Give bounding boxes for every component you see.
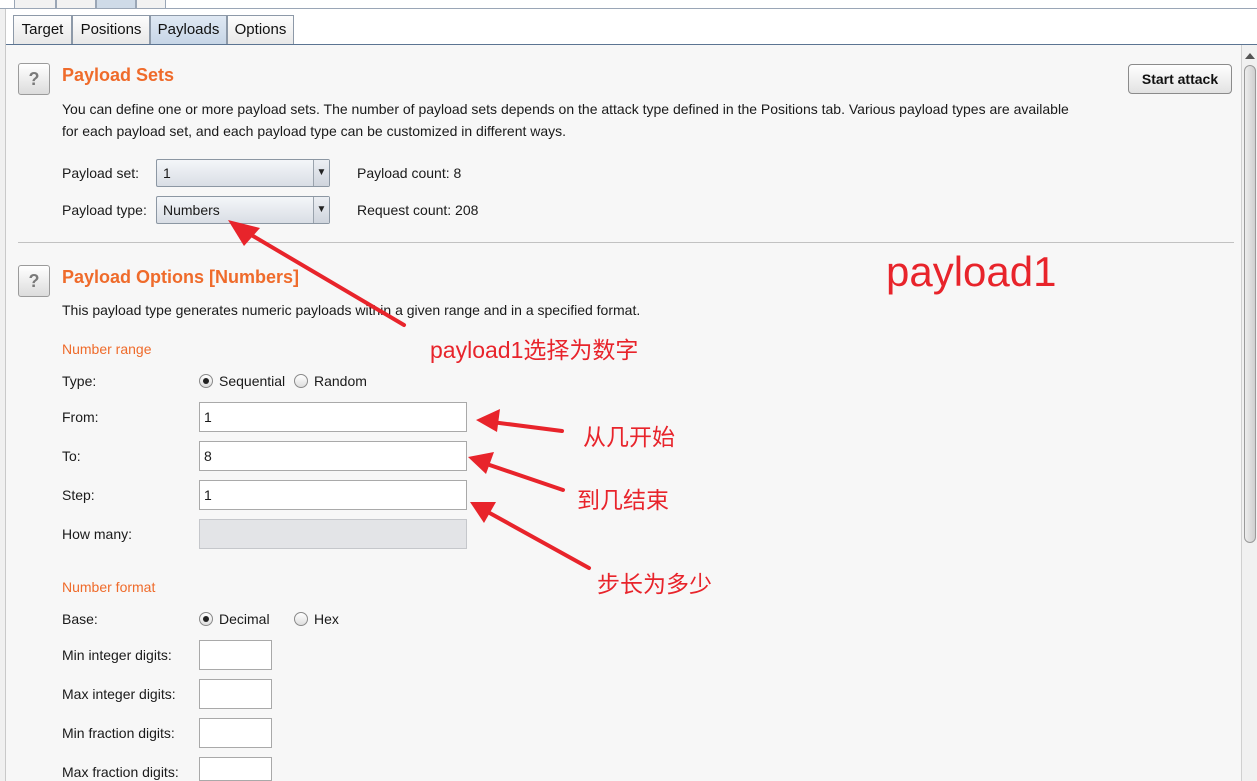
annotation-arrows xyxy=(228,220,591,570)
arrow-line xyxy=(475,504,591,570)
arrow-head xyxy=(228,220,260,246)
arrow-line xyxy=(234,224,406,327)
arrow-head xyxy=(476,409,500,432)
arrow-head xyxy=(468,452,494,474)
